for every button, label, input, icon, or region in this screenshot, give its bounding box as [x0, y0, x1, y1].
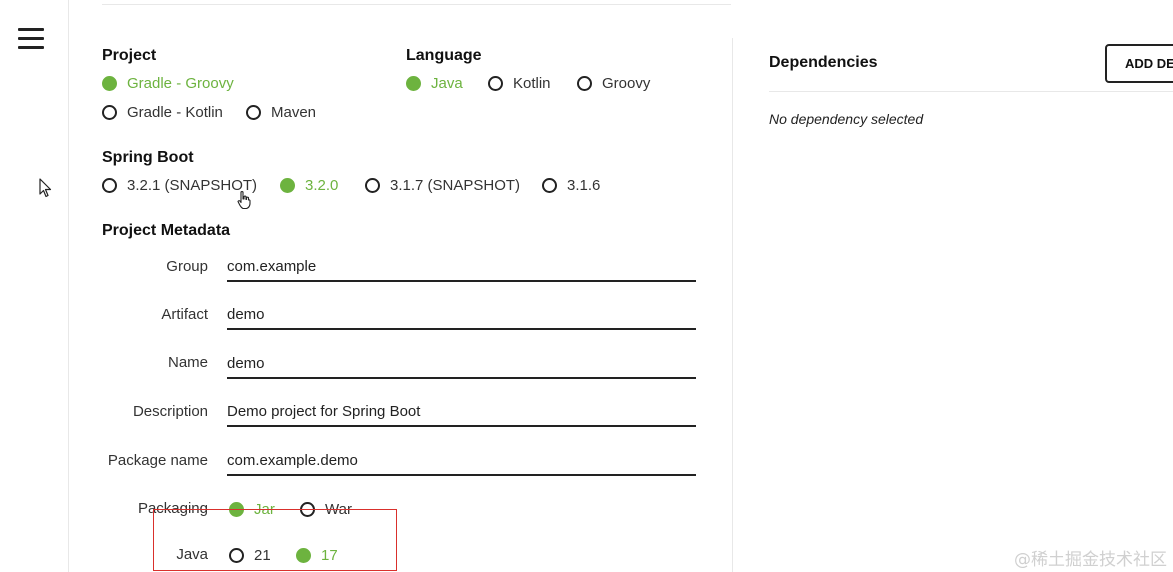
project-metadata-title: Project Metadata: [102, 222, 231, 239]
name-label: Name: [167, 354, 208, 371]
radio-label: Groovy: [602, 75, 651, 92]
radio-boot-3-1-6[interactable]: 3.1.6: [542, 177, 600, 194]
radio-unselected-indicator: [102, 105, 117, 120]
group-label: Group: [166, 258, 208, 275]
radio-project-gradle-kotlin[interactable]: Gradle - Kotlin: [102, 104, 223, 121]
radio-language-kotlin[interactable]: Kotlin: [488, 75, 551, 92]
group-input[interactable]: [227, 252, 696, 282]
radio-language-java[interactable]: Java: [406, 75, 463, 92]
no-dependency-text: No dependency selected: [769, 111, 924, 127]
language-title: Language: [406, 47, 482, 64]
radio-boot-3-1-7-snapshot[interactable]: 3.1.7 (SNAPSHOT): [365, 177, 520, 194]
radio-unselected-indicator: [577, 76, 592, 91]
radio-project-maven[interactable]: Maven: [246, 104, 316, 121]
radio-unselected-indicator: [542, 178, 557, 193]
radio-label: 3.1.7 (SNAPSHOT): [390, 177, 521, 194]
project-title: Project: [102, 47, 157, 64]
radio-boot-3-2-1-snapshot[interactable]: 3.2.1 (SNAPSHOT): [102, 177, 257, 194]
radio-label: Gradle - Kotlin: [127, 104, 223, 121]
radio-selected-indicator: [406, 76, 421, 91]
add-dependencies-button[interactable]: ADD DE: [1105, 44, 1173, 83]
left-rail-divider: [68, 0, 69, 572]
radio-unselected-indicator: [246, 105, 261, 120]
radio-label: 3.1.6: [567, 177, 601, 194]
radio-unselected-indicator: [488, 76, 503, 91]
radio-project-gradle-groovy[interactable]: Gradle - Groovy: [102, 75, 234, 92]
radio-language-groovy[interactable]: Groovy: [577, 75, 650, 92]
package-name-label: Package name: [107, 452, 208, 469]
radio-label: 3.2.0: [305, 177, 339, 194]
artifact-label: Artifact: [161, 306, 208, 323]
package-name-input[interactable]: [227, 446, 696, 476]
dependencies-title: Dependencies: [769, 54, 878, 71]
description-input[interactable]: [227, 397, 696, 427]
radio-unselected-indicator: [102, 178, 117, 193]
radio-selected-indicator: [280, 178, 295, 193]
description-label: Description: [132, 403, 208, 420]
radio-label: Gradle - Groovy: [127, 75, 234, 92]
artifact-input[interactable]: [227, 300, 696, 330]
top-divider: [102, 4, 731, 5]
dependencies-divider: [769, 91, 1173, 92]
spring-boot-title: Spring Boot: [102, 149, 194, 166]
radio-label: Java: [431, 75, 463, 92]
radio-label: Maven: [271, 104, 317, 121]
arrow-cursor-icon: [39, 178, 52, 198]
hamburger-menu-icon[interactable]: [18, 28, 44, 50]
highlight-annotation-box: [153, 509, 397, 571]
radio-selected-indicator: [102, 76, 117, 91]
watermark: @稀土掘金技术社区: [1014, 550, 1167, 570]
hand-cursor-icon: [237, 190, 251, 210]
radio-boot-3-2-0[interactable]: 3.2.0: [280, 177, 338, 194]
radio-label: Kotlin: [513, 75, 551, 92]
radio-unselected-indicator: [365, 178, 380, 193]
column-divider: [732, 38, 733, 572]
name-input[interactable]: [227, 349, 696, 379]
